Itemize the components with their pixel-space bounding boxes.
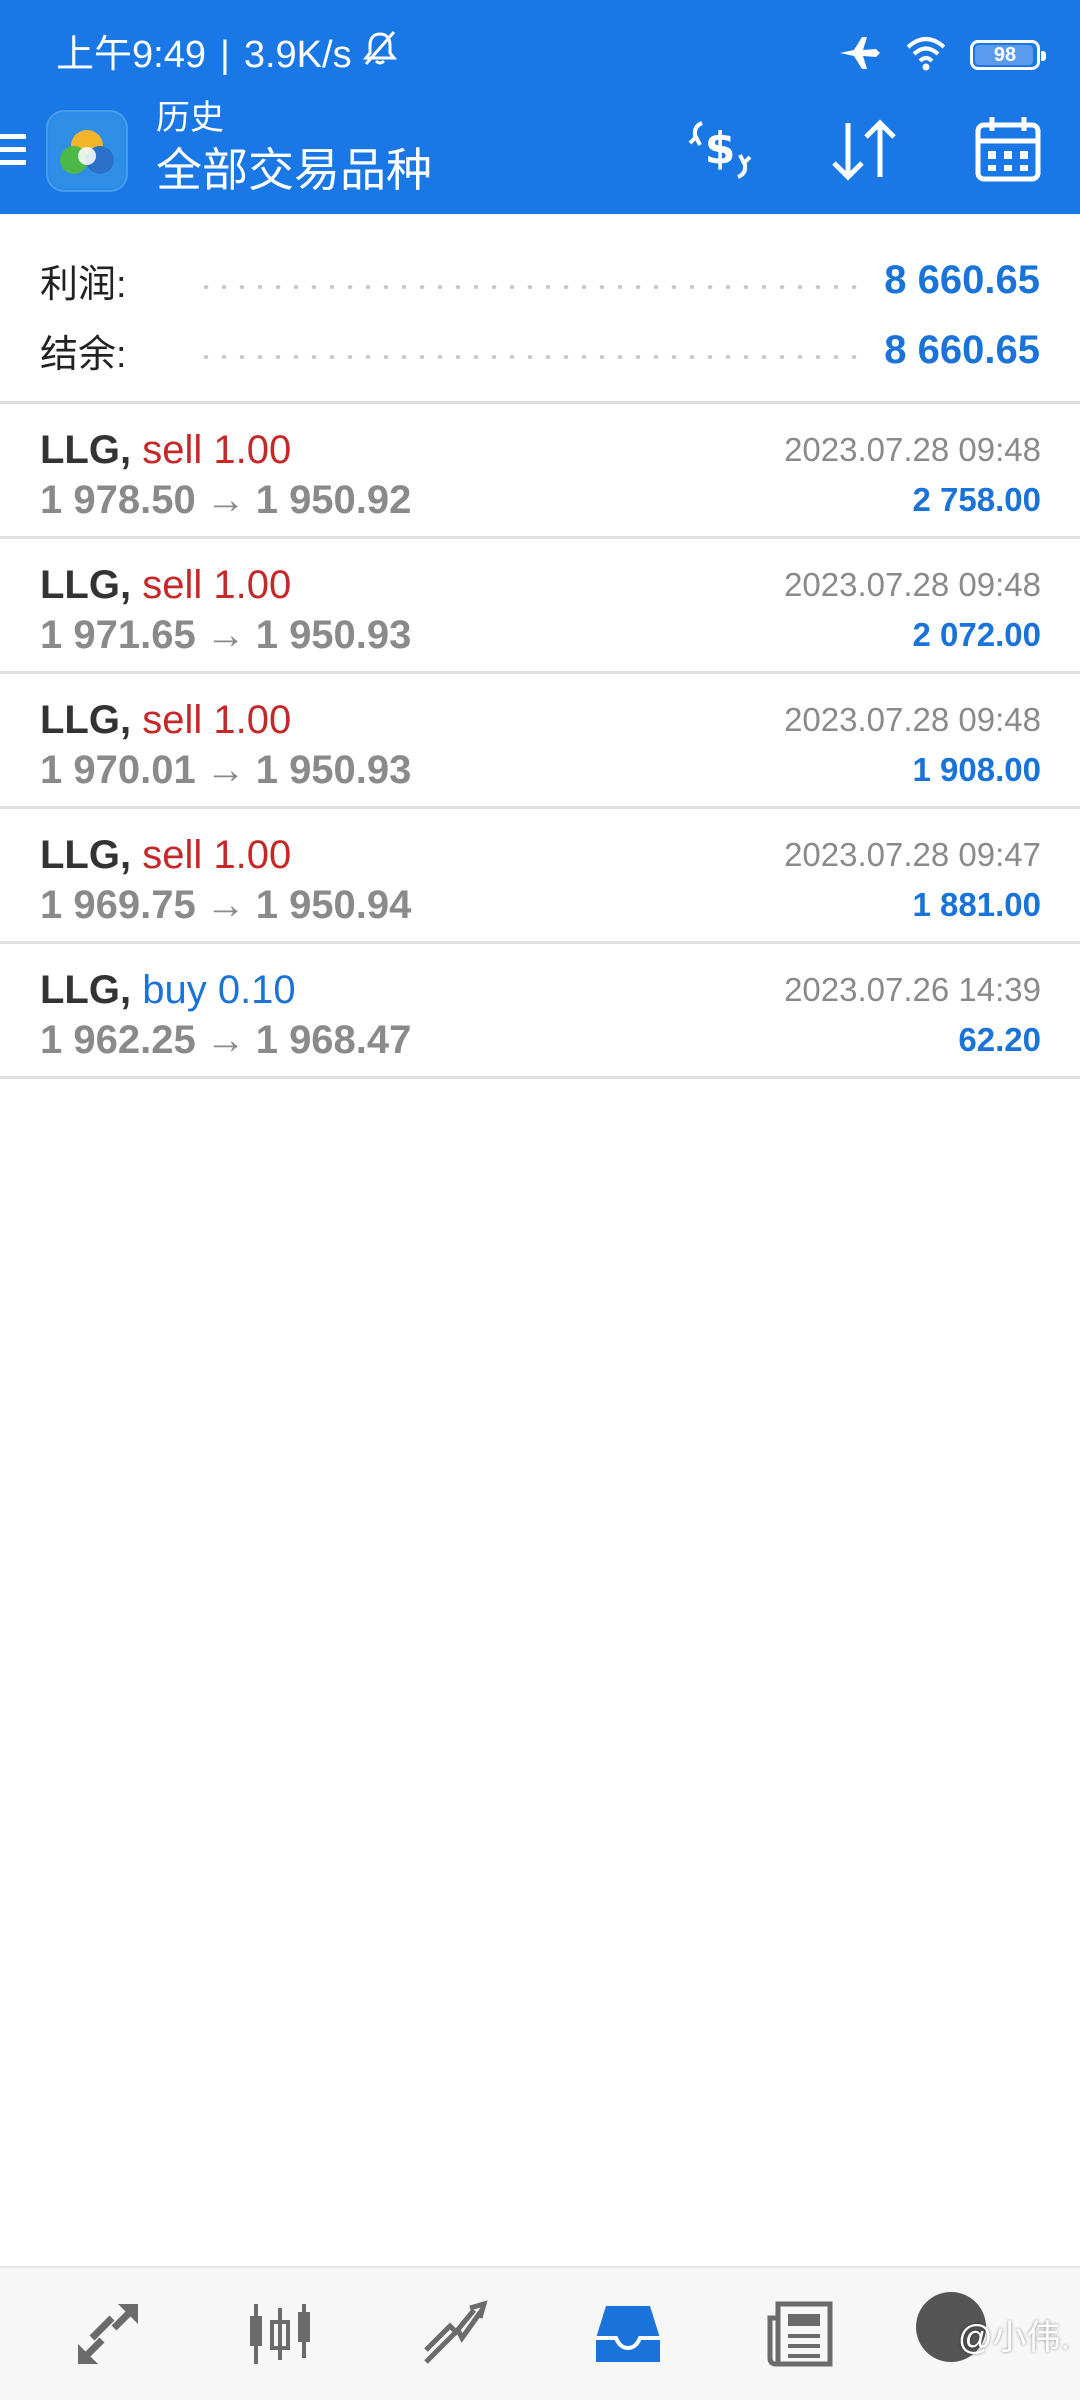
deal-time: 2023.07.28 09:47: [784, 836, 1041, 873]
arrow-right-icon: →: [205, 748, 246, 792]
profit-label: 利润:: [40, 263, 127, 306]
balance-row: 结余: 8 660.65: [40, 320, 1040, 380]
arrow-right-icon: →: [205, 1018, 246, 1062]
symbol-filter[interactable]: 全部交易品种: [156, 142, 432, 198]
bell-off-icon: [360, 28, 400, 82]
quotes-icon[interactable]: [70, 2296, 146, 2372]
balance-value: 8 660.65: [884, 327, 1040, 372]
currency-exchange-icon[interactable]: $: [682, 112, 758, 188]
deal-profit: 2 758.00: [912, 481, 1041, 518]
history-icon[interactable]: [590, 2296, 666, 2372]
deal-row[interactable]: LLG, sell 1.00 1 978.50 → 1 950.92 2023.07…: [0, 404, 1080, 539]
sort-icon[interactable]: [826, 112, 902, 188]
bottom-navigation: @小伟.: [0, 2266, 1080, 2400]
news-icon[interactable]: [762, 2296, 838, 2372]
status-separator: |: [219, 34, 230, 76]
deal-symbol: LLG,: [40, 563, 132, 607]
deal-type: sell 1.00: [142, 563, 292, 607]
deal-open-price: 1 962.25: [40, 1018, 196, 1062]
deal-type: sell 1.00: [142, 428, 292, 472]
dotted-leader: [196, 355, 859, 359]
app-bar: 历史 全部交易品种 $: [0, 100, 1080, 214]
app-logo[interactable]: [46, 110, 128, 192]
deal-close-price: 1 950.94: [255, 883, 412, 927]
deal-symbol: LLG,: [40, 428, 132, 472]
watermark: @小伟.: [958, 2319, 1070, 2357]
status-left: 上午9:49 | 3.9K/s: [56, 28, 400, 82]
deal-close-price: 1 950.92: [255, 478, 412, 522]
deal-row[interactable]: LLG, sell 1.00 1 969.75 → 1 950.94 2023.07…: [0, 809, 1080, 944]
svg-text:$: $: [705, 123, 736, 174]
battery-icon: 98: [970, 40, 1046, 70]
deal-close-price: 1 968.47: [255, 1018, 412, 1062]
deal-symbol: LLG,: [40, 968, 132, 1012]
deal-type: sell 1.00: [142, 698, 292, 742]
status-time: 上午9:49: [56, 34, 206, 76]
profit-value: 8 660.65: [884, 257, 1040, 302]
calendar-icon[interactable]: [970, 112, 1046, 188]
arrow-right-icon: →: [205, 613, 246, 657]
trade-icon[interactable]: [416, 2296, 492, 2372]
deal-row[interactable]: LLG, buy 0.10 1 962.25 → 1 968.47 2023.07.…: [0, 944, 1080, 1079]
top-bar: 上午9:49 | 3.9K/s 98 历史 全部交易品种 $: [0, 0, 1080, 214]
deal-time: 2023.07.28 09:48: [784, 431, 1041, 468]
deal-type: sell 1.00: [142, 833, 292, 877]
summary-panel: 利润: 8 660.65 结余: 8 660.65: [0, 214, 1080, 404]
arrow-right-icon: →: [205, 883, 246, 927]
status-net-speed: 3.9K/s: [243, 34, 352, 76]
chart-icon[interactable]: [242, 2296, 318, 2372]
deal-time: 2023.07.26 14:39: [784, 971, 1041, 1008]
profit-row: 利润: 8 660.65: [40, 250, 1040, 310]
status-bar: 上午9:49 | 3.9K/s 98: [0, 0, 1080, 108]
deal-symbol: LLG,: [40, 833, 132, 877]
battery-level: 98: [993, 43, 1017, 66]
deal-profit: 2 072.00: [912, 616, 1041, 653]
deal-profit: 1 881.00: [912, 886, 1041, 923]
page-title: 历史: [156, 99, 224, 137]
deal-type: buy 0.10: [142, 968, 296, 1012]
deal-open-price: 1 978.50: [40, 478, 196, 522]
deal-open-price: 1 971.65: [40, 613, 196, 657]
status-right: 98: [838, 30, 1046, 80]
deal-time: 2023.07.28 09:48: [784, 701, 1041, 738]
deal-open-price: 1 970.01: [40, 748, 196, 792]
deal-close-price: 1 950.93: [255, 748, 412, 792]
deal-row[interactable]: LLG, sell 1.00 1 970.01 → 1 950.93 2023.07…: [0, 674, 1080, 809]
deal-profit: 62.20: [958, 1021, 1041, 1058]
deal-symbol: LLG,: [40, 698, 132, 742]
arrow-right-icon: →: [205, 478, 246, 522]
deal-time: 2023.07.28 09:48: [784, 566, 1041, 603]
menu-icon[interactable]: [0, 128, 28, 172]
wifi-icon: [904, 33, 948, 78]
balance-label: 结余:: [40, 333, 127, 376]
deal-open-price: 1 969.75: [40, 883, 196, 927]
airplane-icon: [838, 33, 882, 78]
dotted-leader: [196, 285, 859, 289]
deal-close-price: 1 950.93: [255, 613, 412, 657]
deal-list: LLG, sell 1.00 1 978.50 → 1 950.92 2023.07…: [0, 404, 1080, 1079]
deal-profit: 1 908.00: [912, 751, 1041, 788]
deal-row[interactable]: LLG, sell 1.00 1 971.65 → 1 950.93 2023.07…: [0, 539, 1080, 674]
